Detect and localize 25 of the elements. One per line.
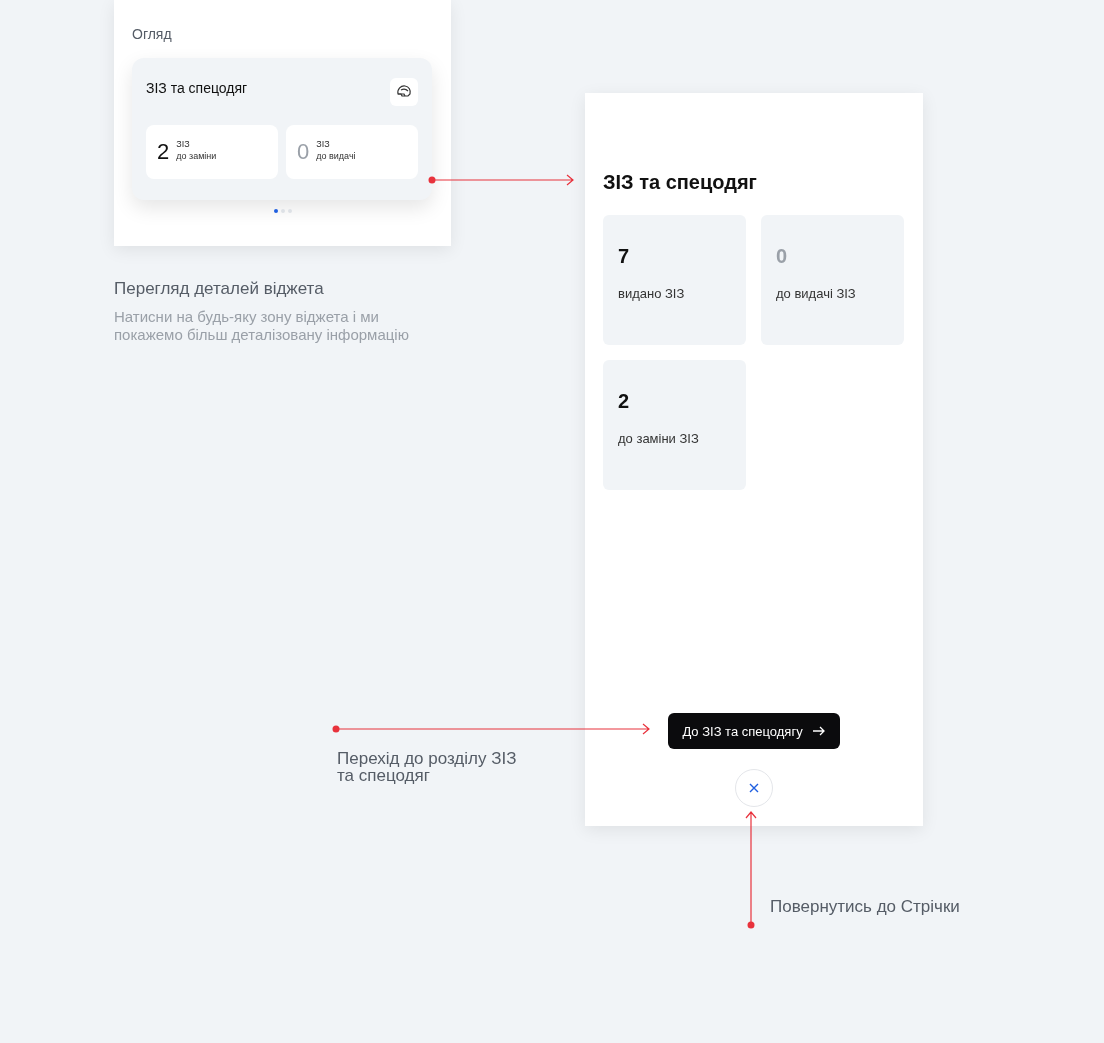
helmet-icon [390, 78, 418, 106]
stat-label: до видачі ЗІЗ [776, 286, 856, 301]
close-icon [748, 782, 760, 794]
widget-title: ЗІЗ та спецодяг [146, 80, 248, 96]
page-dot[interactable] [273, 209, 278, 213]
annotation-text: Перехід до розділу ЗІЗ та спецодяг [337, 750, 517, 784]
arrow-icon [811, 725, 826, 737]
caption-title: Перегляд деталей віджета [114, 279, 325, 299]
stat-value: 2 [157, 139, 170, 165]
stat-label: ЗІЗ [176, 138, 191, 150]
close-button[interactable] [735, 769, 773, 807]
annotation-text: Повернутись до Стрічки [770, 898, 960, 915]
screen-title: ЗІЗ та спецодяг [603, 171, 758, 194]
stat-value: 2 [618, 390, 630, 413]
stat-value: 0 [776, 245, 788, 268]
caption-text: Натисни на будь-яку зону віджета і ми покажемо більш деталізовану інформацію [114, 308, 410, 344]
stat-value: 0 [297, 139, 310, 165]
stat-label: до заміни [176, 150, 217, 162]
section-button[interactable]: До ЗІЗ та спецодягу [668, 713, 840, 749]
section-title: Огляд [132, 26, 173, 42]
stat-label: до заміни ЗІЗ [618, 431, 699, 446]
stat-label: ЗІЗ [316, 138, 331, 150]
stat-value: 7 [618, 245, 630, 268]
stat-label: видано ЗІЗ [618, 286, 685, 301]
stat-label: до видачі [316, 150, 356, 162]
